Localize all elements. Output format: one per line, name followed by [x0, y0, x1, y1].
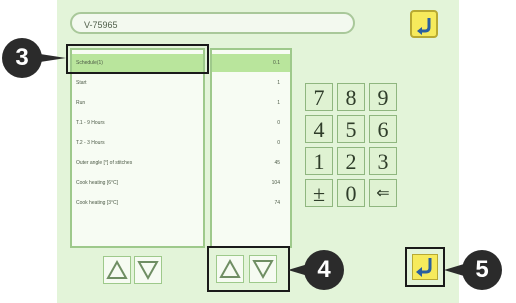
- list-item-label: Run: [76, 100, 86, 106]
- enter-arrow-icon: [416, 258, 432, 277]
- key-4[interactable]: 4: [305, 115, 333, 143]
- key-6[interactable]: 6: [369, 115, 397, 143]
- down-triangle-icon: [252, 260, 274, 280]
- list-item-label: T.1 - 9 Hours: [76, 120, 105, 126]
- value-scroll-arrows: [216, 255, 280, 283]
- key-plus-minus[interactable]: ±: [305, 179, 333, 207]
- key-backspace[interactable]: ⇐: [369, 179, 397, 207]
- callout-badge-4: 4: [304, 250, 344, 290]
- parameter-list[interactable]: Schedule(1) Start Run T.1 - 9 Hours T.2 …: [70, 48, 205, 248]
- value-cell[interactable]: 0: [212, 134, 290, 152]
- value-cell[interactable]: 0: [212, 114, 290, 132]
- value-cell[interactable]: 74: [212, 194, 290, 212]
- key-1[interactable]: 1: [305, 147, 333, 175]
- key-5[interactable]: 5: [337, 115, 365, 143]
- confirm-button[interactable]: [405, 247, 445, 287]
- callout-badge-5: 5: [462, 250, 502, 290]
- value-cell[interactable]: 1: [212, 94, 290, 112]
- list-item[interactable]: T.2 - 3 Hours: [72, 134, 203, 152]
- key-2[interactable]: 2: [337, 147, 365, 175]
- value-down-button[interactable]: [249, 255, 277, 283]
- list-item[interactable]: Cook heating [6°C]: [72, 174, 203, 192]
- list-scroll-arrows: [103, 256, 163, 284]
- title-field[interactable]: V-75965: [70, 12, 355, 34]
- confirm-button-face: [412, 254, 438, 280]
- undo-arrow-icon: [417, 18, 431, 35]
- value-cell[interactable]: 1: [212, 74, 290, 92]
- value-cell[interactable]: 45: [212, 154, 290, 172]
- key-3[interactable]: 3: [369, 147, 397, 175]
- key-9[interactable]: 9: [369, 83, 397, 111]
- callout-pointer-4: [288, 264, 308, 276]
- list-item[interactable]: T.1 - 9 Hours: [72, 114, 203, 132]
- list-item[interactable]: Cook heating [3°C]: [72, 194, 203, 212]
- key-0[interactable]: 0: [337, 179, 365, 207]
- up-triangle-icon: [219, 258, 241, 278]
- value-list[interactable]: 0.1 1 1 0 0 45 104 74: [210, 48, 292, 248]
- callout-pointer-3: [40, 54, 66, 62]
- list-item-label: Cook heating [6°C]: [76, 180, 119, 186]
- value-cell[interactable]: 0.1: [212, 54, 290, 72]
- callout-3-frame: [66, 44, 209, 74]
- scroll-down-button[interactable]: [134, 256, 162, 284]
- list-item-label: Start: [76, 80, 87, 86]
- list-item-label: Outer angle [°] of stitches: [76, 160, 133, 166]
- back-button[interactable]: [410, 10, 438, 38]
- key-7[interactable]: 7: [305, 83, 333, 111]
- scroll-up-button[interactable]: [103, 256, 131, 284]
- list-item[interactable]: Outer angle [°] of stitches: [72, 154, 203, 172]
- list-item[interactable]: Start: [72, 74, 203, 92]
- key-8[interactable]: 8: [337, 83, 365, 111]
- up-triangle-icon: [106, 259, 128, 279]
- callout-badge-3: 3: [2, 38, 42, 78]
- callout-pointer-5: [444, 264, 464, 276]
- down-triangle-icon: [137, 261, 159, 281]
- list-item-label: T.2 - 3 Hours: [76, 140, 105, 146]
- list-item[interactable]: Run: [72, 94, 203, 112]
- list-item-label: Cook heating [3°C]: [76, 200, 119, 206]
- value-cell[interactable]: 104: [212, 174, 290, 192]
- value-up-button[interactable]: [216, 255, 244, 283]
